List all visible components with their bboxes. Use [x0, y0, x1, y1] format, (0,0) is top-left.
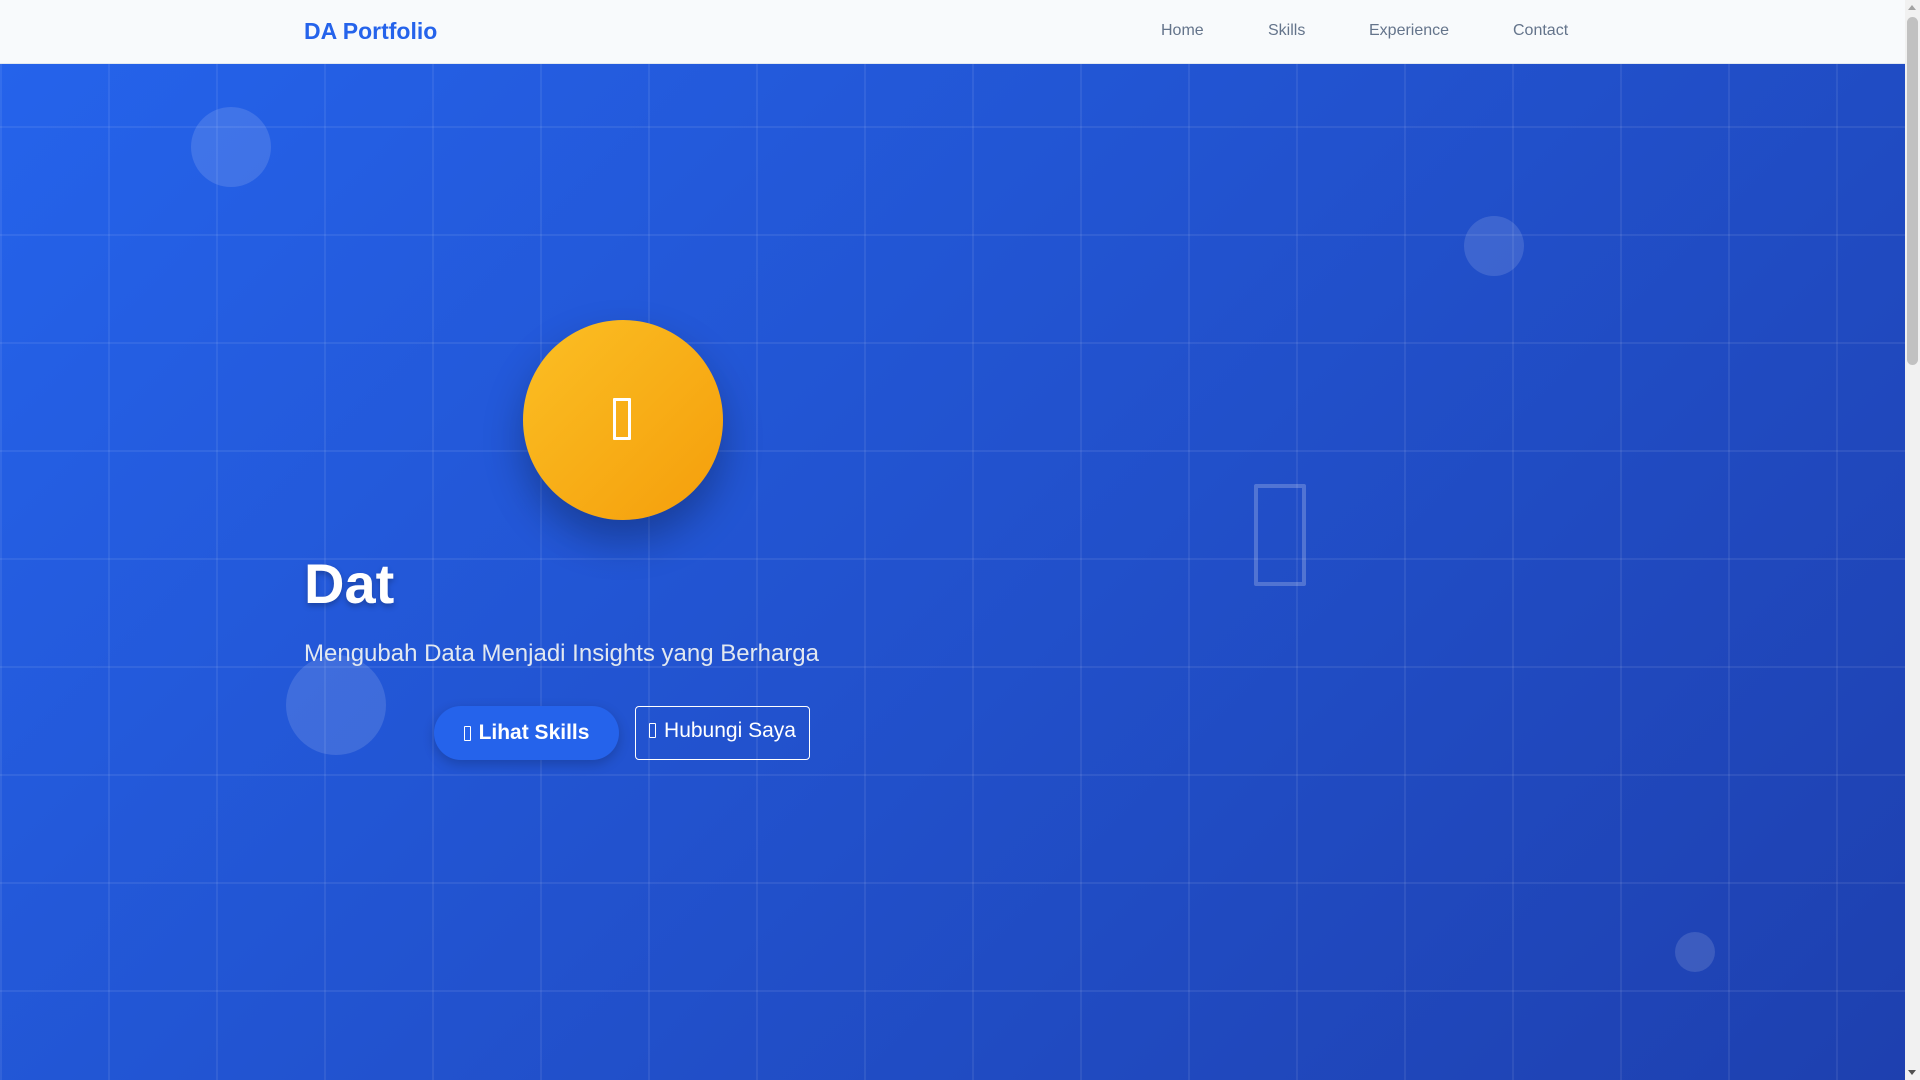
decorative-bubble [1675, 932, 1715, 972]
decorative-missing-glyph-icon [1254, 484, 1306, 586]
brand-logo[interactable]: DA Portfolio [304, 17, 437, 45]
contact-me-button[interactable]: Hubungi Saya [635, 706, 810, 760]
decorative-bubble [1464, 216, 1524, 276]
navbar: DA Portfolio Home Skills Experience Cont… [0, 0, 1905, 64]
decorative-bubble [191, 107, 271, 187]
missing-glyph-icon [649, 723, 657, 738]
nav-link-skills[interactable]: Skills [1268, 21, 1305, 41]
hero-name: Dat [304, 552, 395, 615]
view-skills-label: Lihat Skills [478, 721, 590, 744]
missing-glyph-icon [463, 725, 471, 741]
scroll-thumb[interactable] [1907, 17, 1918, 365]
hero-tagline: Mengubah Data Menjadi Insights yang Berh… [304, 640, 819, 667]
grid-background [0, 64, 1905, 1080]
nav-link-home[interactable]: Home [1161, 21, 1204, 41]
decorative-bubble [286, 655, 386, 755]
avatar [523, 320, 723, 520]
nav-link-contact[interactable]: Contact [1513, 21, 1568, 41]
scroll-down-arrow-icon[interactable] [1908, 1070, 1916, 1075]
nav-link-experience[interactable]: Experience [1369, 21, 1449, 41]
view-skills-button[interactable]: Lihat Skills [434, 706, 619, 760]
avatar-missing-glyph-icon [613, 398, 631, 440]
contact-me-label: Hubungi Saya [664, 718, 796, 742]
vertical-scrollbar[interactable] [1905, 0, 1920, 1080]
scroll-up-arrow-icon[interactable] [1908, 5, 1916, 10]
hero-section: Dat Mengubah Data Menjadi Insights yang … [0, 64, 1905, 1080]
